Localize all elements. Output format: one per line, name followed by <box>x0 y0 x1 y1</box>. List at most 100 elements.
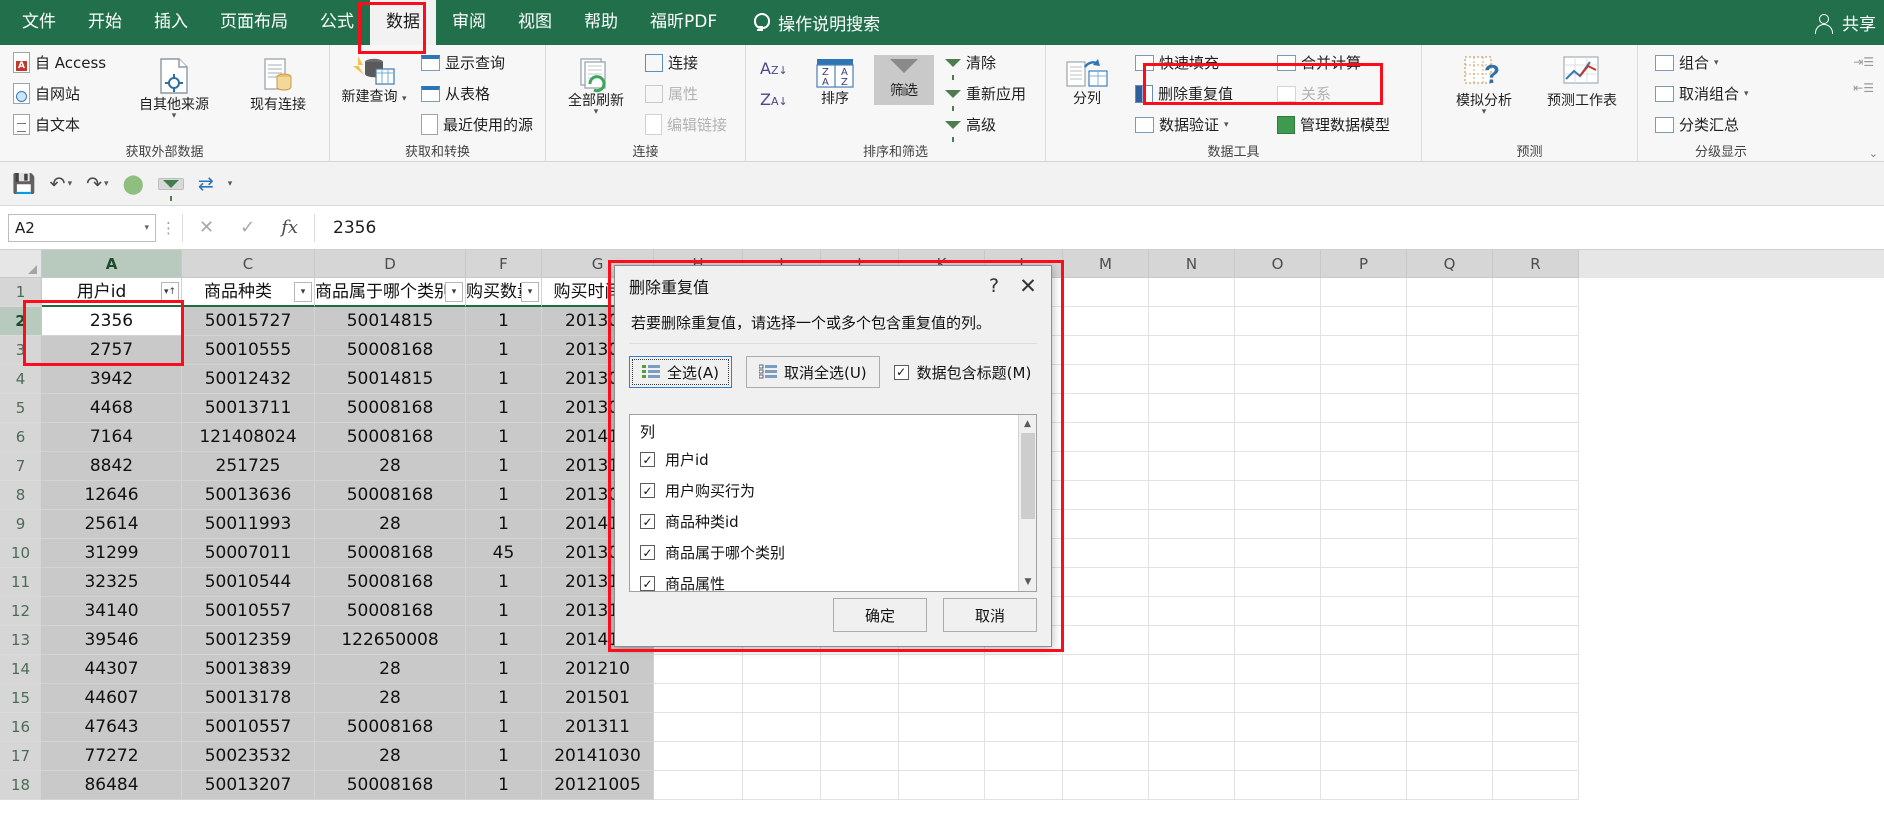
ok-button[interactable]: 确定 <box>833 598 927 632</box>
cell-l15[interactable] <box>985 684 1063 713</box>
cell-r9[interactable] <box>1493 510 1579 539</box>
cell-m13[interactable] <box>1063 626 1149 655</box>
cell-a18[interactable]: 86484 <box>42 771 182 800</box>
cell-d8[interactable]: 50008168 <box>315 481 466 510</box>
record-icon[interactable]: ⬤ <box>123 173 144 195</box>
cell-r14[interactable] <box>1493 655 1579 684</box>
cell-h15[interactable] <box>654 684 743 713</box>
cell-d13[interactable]: 122650008 <box>315 626 466 655</box>
undo-icon[interactable]: ↶ ▾ <box>50 173 72 195</box>
cell-o17[interactable] <box>1235 742 1321 771</box>
cell-g14[interactable]: 201210 <box>542 655 654 684</box>
cell-o7[interactable] <box>1235 452 1321 481</box>
tell-me-search[interactable]: 操作说明搜索 <box>751 10 880 35</box>
chevron-down-icon[interactable]: ▾ <box>144 223 149 233</box>
cell-r8[interactable] <box>1493 481 1579 510</box>
show-detail-icon[interactable]: ⇥☰ <box>1853 55 1874 69</box>
cell-a1[interactable]: 用户id ▾↑ <box>42 278 182 307</box>
select-all-corner[interactable] <box>0 250 42 278</box>
cell-p10[interactable] <box>1321 539 1407 568</box>
cell-c15[interactable]: 50013178 <box>182 684 315 713</box>
cell-n17[interactable] <box>1149 742 1235 771</box>
cell-f14[interactable]: 1 <box>466 655 542 684</box>
cell-p2[interactable] <box>1321 307 1407 336</box>
tab-home[interactable]: 开始 <box>72 0 138 45</box>
from-web-button[interactable]: 自网站 <box>10 82 109 105</box>
cell-g15[interactable]: 201501 <box>542 684 654 713</box>
cell-m4[interactable] <box>1063 365 1149 394</box>
cell-p11[interactable] <box>1321 568 1407 597</box>
cell-q1[interactable] <box>1407 278 1493 307</box>
save-icon[interactable]: 💾 <box>12 172 36 195</box>
cell-o11[interactable] <box>1235 568 1321 597</box>
filter-dropdown-a[interactable]: ▾↑ <box>161 282 179 302</box>
column-checkbox-item[interactable]: ✓ 商品属于哪个类别 <box>630 537 1036 568</box>
consolidate-button[interactable]: 合并计算 <box>1274 51 1393 74</box>
cell-h18[interactable] <box>654 771 743 800</box>
cell-f6[interactable]: 1 <box>466 423 542 452</box>
cell-n2[interactable] <box>1149 307 1235 336</box>
clear-filter-icon[interactable]: ⇄ <box>198 173 214 195</box>
cell-c5[interactable]: 50013711 <box>182 394 315 423</box>
reapply-filter-button[interactable]: 重新应用 <box>942 82 1029 111</box>
tab-review[interactable]: 审阅 <box>436 0 502 45</box>
flash-fill-button[interactable]: 快速填充 <box>1132 51 1236 74</box>
cell-o18[interactable] <box>1235 771 1321 800</box>
cell-a5[interactable]: 4468 <box>42 394 182 423</box>
cell-c8[interactable]: 50013636 <box>182 481 315 510</box>
row-header-1[interactable]: 1 <box>0 278 42 307</box>
cell-d6[interactable]: 50008168 <box>315 423 466 452</box>
cell-f2[interactable]: 1 <box>466 307 542 336</box>
cell-r11[interactable] <box>1493 568 1579 597</box>
filter-dropdown-f[interactable]: ▾ <box>521 282 539 302</box>
cell-o1[interactable] <box>1235 278 1321 307</box>
subtotal-button[interactable]: 分类汇总 <box>1652 113 1752 136</box>
filter-button[interactable]: 筛选 <box>874 55 934 106</box>
cell-j18[interactable] <box>821 771 899 800</box>
chevron-down-icon[interactable]: ▾ <box>1482 108 1487 117</box>
row-header-10[interactable]: 10 <box>0 539 42 568</box>
cell-p7[interactable] <box>1321 452 1407 481</box>
cell-l14[interactable] <box>985 655 1063 684</box>
cell-j14[interactable] <box>821 655 899 684</box>
chevron-down-icon[interactable]: ▾ <box>172 112 177 121</box>
cell-l16[interactable] <box>985 713 1063 742</box>
cell-d18[interactable]: 50008168 <box>315 771 466 800</box>
from-other-sources-button[interactable]: 自其他来源 ▾ <box>128 57 220 121</box>
column-header-f[interactable]: F <box>466 250 542 278</box>
what-if-analysis-button[interactable]: ? 模拟分析 ▾ <box>1438 55 1530 117</box>
cell-m12[interactable] <box>1063 597 1149 626</box>
cell-a6[interactable]: 7164 <box>42 423 182 452</box>
cell-f1[interactable]: 购买数量 ▾ <box>466 278 542 307</box>
cell-m17[interactable] <box>1063 742 1149 771</box>
cell-a14[interactable]: 44307 <box>42 655 182 684</box>
cell-d7[interactable]: 28 <box>315 452 466 481</box>
column-checkbox-item[interactable]: ✓ 用户id <box>630 444 1036 475</box>
accept-formula-icon[interactable]: ✓ <box>240 217 255 238</box>
cell-c14[interactable]: 50013839 <box>182 655 315 684</box>
tab-foxit-pdf[interactable]: 福昕PDF <box>634 0 733 45</box>
cell-j17[interactable] <box>821 742 899 771</box>
name-box[interactable]: A2 ▾ <box>8 213 156 242</box>
show-queries-button[interactable]: 显示查询 <box>418 51 536 74</box>
cell-r7[interactable] <box>1493 452 1579 481</box>
cell-q3[interactable] <box>1407 336 1493 365</box>
cell-i18[interactable] <box>743 771 821 800</box>
row-header-4[interactable]: 4 <box>0 365 42 394</box>
cell-k17[interactable] <box>899 742 985 771</box>
chevron-down-icon[interactable]: ▾ <box>1714 58 1719 67</box>
row-header-12[interactable]: 12 <box>0 597 42 626</box>
row-header-3[interactable]: 3 <box>0 336 42 365</box>
cell-q7[interactable] <box>1407 452 1493 481</box>
column-header-a[interactable]: A <box>42 250 182 278</box>
cell-i15[interactable] <box>743 684 821 713</box>
cell-n8[interactable] <box>1149 481 1235 510</box>
cell-p13[interactable] <box>1321 626 1407 655</box>
cell-p8[interactable] <box>1321 481 1407 510</box>
forecast-sheet-button[interactable]: 预测工作表 <box>1542 55 1622 109</box>
sort-button[interactable]: Z A A Z 排序 <box>804 57 866 107</box>
cell-p15[interactable] <box>1321 684 1407 713</box>
cell-a8[interactable]: 12646 <box>42 481 182 510</box>
cell-n6[interactable] <box>1149 423 1235 452</box>
cell-n15[interactable] <box>1149 684 1235 713</box>
